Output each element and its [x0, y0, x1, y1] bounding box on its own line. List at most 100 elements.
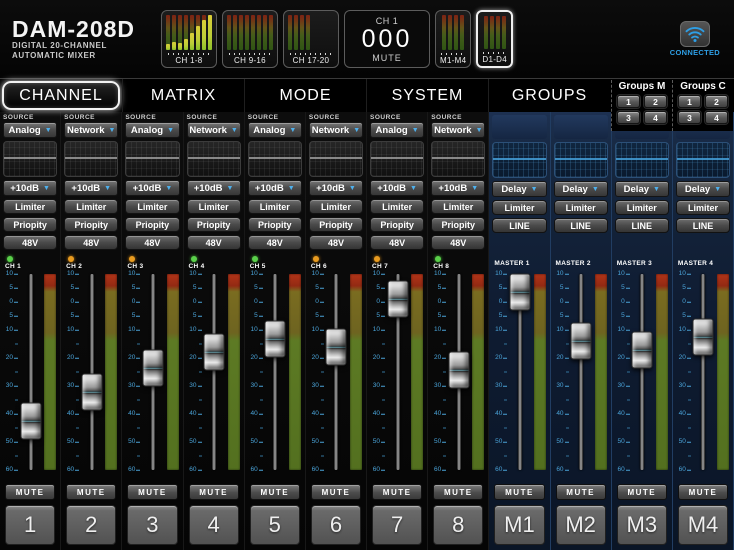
fader-handle[interactable]	[571, 322, 592, 359]
tab-channel[interactable]: CHANNEL	[2, 81, 120, 110]
line-button[interactable]: LINE	[676, 218, 730, 233]
source-select[interactable]: Analog▼	[125, 122, 179, 138]
delay-select[interactable]: Delay▼	[615, 181, 669, 197]
group-button-groups-m-2[interactable]: 2	[644, 95, 667, 108]
tab-matrix[interactable]: MATRIX	[122, 79, 244, 112]
limiter-button[interactable]: Limiter	[64, 199, 118, 214]
line-button[interactable]: LINE	[554, 218, 608, 233]
phantom-48v-button[interactable]: 48V	[64, 235, 118, 250]
channel-select-button[interactable]: 6	[311, 505, 361, 545]
source-select[interactable]: Analog▼	[3, 122, 57, 138]
channel-select-button[interactable]: 1	[5, 505, 55, 545]
channel-select-button[interactable]: 4	[189, 505, 239, 545]
group-button-groups-c-4[interactable]: 4	[705, 111, 728, 124]
mute-button[interactable]: MUTE	[433, 484, 483, 500]
channel-select-button[interactable]: 5	[250, 505, 300, 545]
mute-button[interactable]: MUTE	[372, 484, 422, 500]
group-button-groups-m-4[interactable]: 4	[644, 111, 667, 124]
eq-display[interactable]	[492, 142, 546, 178]
source-select[interactable]: Analog▼	[370, 122, 424, 138]
fader-track[interactable]	[90, 274, 94, 470]
channel-select-button[interactable]: M2	[556, 505, 606, 545]
limiter-button[interactable]: Limiter	[3, 199, 57, 214]
fader-handle[interactable]	[265, 320, 286, 357]
fader-handle[interactable]	[204, 334, 225, 371]
fader-handle[interactable]	[448, 352, 469, 389]
group-button-groups-m-3[interactable]: 3	[617, 111, 640, 124]
eq-display[interactable]	[64, 141, 118, 177]
tab-mode[interactable]: MODE	[244, 79, 366, 112]
source-select[interactable]: Network▼	[309, 122, 363, 138]
line-button[interactable]: LINE	[492, 218, 546, 233]
eq-display[interactable]	[615, 142, 669, 178]
mute-button[interactable]: MUTE	[250, 484, 300, 500]
limiter-button[interactable]: Limiter	[676, 200, 730, 215]
tab-groups[interactable]: GROUPS	[488, 79, 610, 112]
source-select[interactable]: Analog▼	[248, 122, 302, 138]
mute-button[interactable]: MUTE	[494, 484, 544, 500]
fader-track[interactable]	[701, 274, 705, 470]
phantom-48v-button[interactable]: 48V	[3, 235, 57, 250]
eq-display[interactable]	[370, 141, 424, 177]
fader-handle[interactable]	[81, 373, 102, 410]
priority-button[interactable]: Priopity	[309, 217, 363, 232]
fader-track[interactable]	[212, 274, 216, 470]
source-select[interactable]: Network▼	[64, 122, 118, 138]
eq-display[interactable]	[309, 141, 363, 177]
meter-group-ch-1-8[interactable]: CH 1-8	[161, 10, 217, 68]
delay-select[interactable]: Delay▼	[676, 181, 730, 197]
phantom-48v-button[interactable]: 48V	[309, 235, 363, 250]
priority-button[interactable]: Priopity	[125, 217, 179, 232]
mute-button[interactable]: MUTE	[556, 484, 606, 500]
channel-select-button[interactable]: 2	[66, 505, 116, 545]
meter-group-ch-17-20[interactable]: CH 17-20	[283, 10, 339, 68]
eq-display[interactable]	[554, 142, 608, 178]
limiter-button[interactable]: Limiter	[309, 199, 363, 214]
gain-select[interactable]: +10dB▼	[370, 180, 424, 196]
fader-handle[interactable]	[632, 332, 653, 369]
mute-button[interactable]: MUTE	[617, 484, 667, 500]
fader-handle[interactable]	[693, 318, 714, 355]
phantom-48v-button[interactable]: 48V	[431, 235, 485, 250]
gain-select[interactable]: +10dB▼	[248, 180, 302, 196]
priority-button[interactable]: Priopity	[187, 217, 241, 232]
limiter-button[interactable]: Limiter	[554, 200, 608, 215]
mute-button[interactable]: MUTE	[311, 484, 361, 500]
meter-group-ch-9-16[interactable]: CH 9-16	[222, 10, 278, 68]
line-button[interactable]: LINE	[615, 218, 669, 233]
group-button-groups-c-3[interactable]: 3	[678, 111, 701, 124]
mute-button[interactable]: MUTE	[189, 484, 239, 500]
mute-button[interactable]: MUTE	[127, 484, 177, 500]
gain-select[interactable]: +10dB▼	[309, 180, 363, 196]
source-select[interactable]: Network▼	[431, 122, 485, 138]
gain-select[interactable]: +10dB▼	[64, 180, 118, 196]
meter-group-d1-d4[interactable]: D1-D4	[476, 10, 513, 68]
priority-button[interactable]: Priopity	[248, 217, 302, 232]
priority-button[interactable]: Priopity	[431, 217, 485, 232]
gain-select[interactable]: +10dB▼	[187, 180, 241, 196]
fader-handle[interactable]	[142, 350, 163, 387]
mute-button[interactable]: MUTE	[678, 484, 728, 500]
phantom-48v-button[interactable]: 48V	[187, 235, 241, 250]
delay-select[interactable]: Delay▼	[492, 181, 546, 197]
fader-track[interactable]	[640, 274, 644, 470]
meter-group-m1-m4[interactable]: M1-M4	[435, 10, 471, 68]
fader-track[interactable]	[579, 274, 583, 470]
gain-select[interactable]: +10dB▼	[125, 180, 179, 196]
fader-handle[interactable]	[509, 273, 530, 310]
gain-select[interactable]: +10dB▼	[431, 180, 485, 196]
phantom-48v-button[interactable]: 48V	[248, 235, 302, 250]
fader-handle[interactable]	[20, 403, 41, 440]
tab-system[interactable]: SYSTEM	[366, 79, 488, 112]
eq-display[interactable]	[676, 142, 730, 178]
channel-select-button[interactable]: M4	[678, 505, 728, 545]
fader-track[interactable]	[273, 274, 277, 470]
mute-button[interactable]: MUTE	[66, 484, 116, 500]
channel-select-button[interactable]: 7	[372, 505, 422, 545]
limiter-button[interactable]: Limiter	[187, 199, 241, 214]
eq-display[interactable]	[3, 141, 57, 177]
fader-track[interactable]	[334, 274, 338, 470]
phantom-48v-button[interactable]: 48V	[370, 235, 424, 250]
connection-indicator[interactable]: CONNECTED	[670, 21, 720, 57]
limiter-button[interactable]: Limiter	[248, 199, 302, 214]
